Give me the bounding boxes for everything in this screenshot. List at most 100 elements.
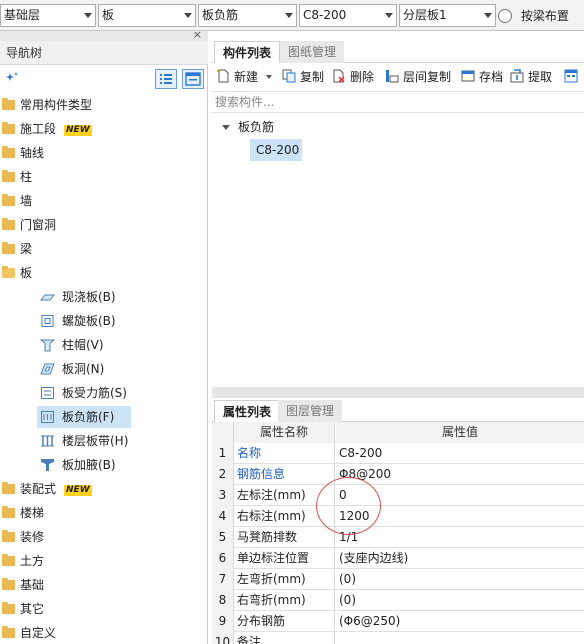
property-row[interactable]: 3 左标注(mm) 0: [212, 485, 584, 506]
property-row[interactable]: 1 名称 C8-200: [212, 443, 584, 464]
component-search-input[interactable]: 搜索构件...: [212, 91, 584, 113]
copy-button[interactable]: 复制: [282, 67, 324, 87]
layer-select[interactable]: 分层板1: [399, 4, 496, 27]
tab-component-list[interactable]: 构件列表: [214, 41, 281, 63]
category-select[interactable]: 板: [98, 4, 196, 27]
floor-copy-button[interactable]: 层间复制: [385, 67, 451, 87]
tab-property-list[interactable]: 属性列表: [214, 400, 281, 422]
nav-item-decoration[interactable]: 装修: [0, 526, 207, 548]
nav-item-earthwork[interactable]: 土方: [0, 550, 207, 572]
new-button[interactable]: 新建: [216, 67, 272, 87]
list-view-icon: [160, 74, 172, 84]
property-value[interactable]: C8-200: [336, 443, 584, 464]
panel-view-button[interactable]: [182, 69, 204, 89]
property-name: 右标注(mm): [234, 506, 335, 527]
list-view-button[interactable]: [155, 69, 177, 89]
nav-child-spiral-slab[interactable]: 螺旋板(B): [0, 310, 207, 332]
nav-child-cast-slab[interactable]: 现浇板(B): [0, 286, 207, 308]
more-tools-button[interactable]: [564, 67, 582, 87]
tab-drawing-management[interactable]: 图纸管理: [280, 41, 345, 63]
property-row[interactable]: 5 马凳筋排数 1/1: [212, 527, 584, 548]
component-tree-leaf-selected[interactable]: C8-200: [250, 139, 302, 161]
panel-splitter[interactable]: [212, 387, 584, 398]
copy-icon: [282, 69, 296, 83]
property-value[interactable]: [336, 632, 584, 644]
property-row[interactable]: 10 备注: [212, 632, 584, 644]
spiral-slab-icon: [41, 315, 54, 327]
property-row[interactable]: 6 单边标注位置 (支座内边线): [212, 548, 584, 569]
delete-icon: [333, 69, 345, 83]
new-badge: NEW: [64, 485, 92, 496]
property-value[interactable]: (Φ6@250): [336, 611, 584, 632]
folder-icon: [2, 482, 15, 494]
property-value[interactable]: 0: [336, 485, 584, 506]
radio-button-icon[interactable]: [498, 9, 512, 23]
save-archive-button[interactable]: 存档: [461, 67, 503, 87]
property-row[interactable]: 2 钢筋信息 Φ8@200: [212, 464, 584, 485]
nav-item-slab[interactable]: 板: [0, 262, 207, 284]
property-name: 右弯折(mm): [234, 590, 335, 611]
property-value[interactable]: (支座内边线): [336, 548, 584, 569]
folder-icon: [2, 506, 15, 518]
nav-item-text: 施工段: [20, 122, 57, 136]
component-type-select-value: 板负筋: [202, 8, 239, 22]
row-index: 9: [212, 611, 234, 632]
nav-item-other[interactable]: 其它: [0, 598, 207, 620]
close-icon[interactable]: ×: [193, 28, 202, 41]
component-tree-root[interactable]: 板负筋: [222, 117, 274, 137]
floor-select[interactable]: 基础层: [0, 4, 96, 27]
property-row[interactable]: 4 右标注(mm) 1200: [212, 506, 584, 527]
component-toolbar: 新建 复制 删除 层间复制 存档 提取: [212, 64, 584, 90]
slab-main-rebar-icon: [41, 387, 54, 399]
beam-layout-radio[interactable]: 按梁布置: [498, 6, 569, 26]
row-index: 8: [212, 590, 234, 611]
property-value[interactable]: 1/1: [336, 527, 584, 548]
folder-icon: [2, 218, 15, 230]
chevron-down-icon: [265, 75, 272, 79]
nav-item-door-window[interactable]: 门窗洞: [0, 214, 207, 236]
property-row[interactable]: 7 左弯折(mm) (0): [212, 569, 584, 590]
nav-item-common-types[interactable]: 常用构件类型: [0, 94, 207, 116]
property-value[interactable]: (0): [336, 590, 584, 611]
tab-layer-management[interactable]: 图层管理: [278, 400, 343, 422]
nav-item-beam[interactable]: 梁: [0, 238, 207, 260]
nav-child-floor-strip[interactable]: 楼层板带(H): [0, 430, 207, 452]
nav-item-custom[interactable]: 自定义: [0, 622, 207, 644]
nav-child-label: 现浇板(B): [62, 290, 116, 304]
property-value[interactable]: (0): [336, 569, 584, 590]
property-row[interactable]: 9 分布钢筋 (Φ6@250): [212, 611, 584, 632]
folder-icon: [2, 554, 15, 566]
nav-item-label: 墙: [20, 194, 33, 208]
nav-child-slab-negative-rebar[interactable]: 板负筋(F): [0, 406, 207, 428]
nav-item-axis[interactable]: 轴线: [0, 142, 207, 164]
add-sparkle-icon[interactable]: [5, 71, 19, 85]
nav-child-slab-main-rebar[interactable]: 板受力筋(S): [0, 382, 207, 404]
property-panel-tabs: 属性列表 图层管理: [212, 400, 584, 422]
nav-child-slab-hole[interactable]: 板洞(N): [0, 358, 207, 380]
caret-down-icon[interactable]: [222, 125, 230, 130]
floor-copy-icon: [386, 70, 399, 83]
nav-child-column-cap[interactable]: 柱帽(V): [0, 334, 207, 356]
nav-item-prefab[interactable]: 装配式 NEW: [0, 478, 207, 500]
folder-icon: [2, 122, 15, 134]
chevron-down-icon: [184, 13, 192, 18]
property-value[interactable]: 1200: [336, 506, 584, 527]
nav-child-label: 板洞(N): [62, 362, 105, 376]
nav-item-wall[interactable]: 墙: [0, 190, 207, 212]
nav-child-label: 板加腋(B): [62, 458, 116, 472]
component-select[interactable]: C8-200: [299, 4, 397, 27]
nav-item-foundation[interactable]: 基础: [0, 574, 207, 596]
nav-item-stairs[interactable]: 楼梯: [0, 502, 207, 524]
extract-button[interactable]: 提取: [510, 67, 552, 87]
nav-item-construction-section[interactable]: 施工段 NEW: [0, 118, 207, 140]
nav-item-column[interactable]: 柱: [0, 166, 207, 188]
component-type-select[interactable]: 板负筋: [198, 4, 297, 27]
property-value[interactable]: Φ8@200: [336, 464, 584, 485]
extract-icon: [510, 69, 524, 83]
property-name: 马凳筋排数: [234, 527, 335, 548]
property-row[interactable]: 8 右弯折(mm) (0): [212, 590, 584, 611]
delete-button[interactable]: 删除: [332, 67, 374, 87]
nav-child-slab-haunch[interactable]: 板加腋(B): [0, 454, 207, 476]
property-name: 备注: [234, 632, 335, 644]
folder-open-icon: [2, 266, 15, 278]
